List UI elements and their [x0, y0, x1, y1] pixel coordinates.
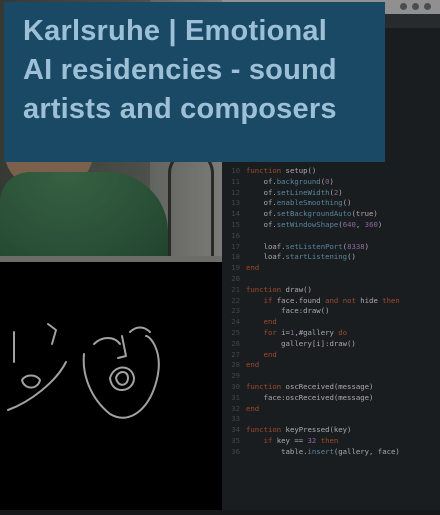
code-line: 26 gallery[i]:draw()	[222, 339, 356, 349]
line-number: 24	[231, 317, 240, 327]
code-line: 13 of.enableSmoothing()	[222, 198, 351, 208]
code-line: 22 if face.found and not hide then	[222, 296, 400, 306]
right-face-outline	[82, 335, 160, 419]
line-number: 25	[231, 328, 240, 337]
code-text: end	[246, 360, 260, 370]
right-face-mouth-outer	[109, 366, 135, 391]
code-text: end	[246, 403, 260, 413]
code-text: function oscReceived(message)	[246, 382, 374, 391]
line-number: 28	[231, 360, 240, 370]
code-text: of.setLineWidth(2)	[246, 187, 343, 197]
code-line: 33	[222, 414, 246, 424]
code-line: 30 function oscReceived(message)	[222, 382, 373, 392]
code-text: face:oscReceived(message)	[246, 392, 374, 402]
code-text: function keyPressed(key)	[246, 425, 352, 435]
line-number: 21	[231, 284, 240, 294]
right-face-brow-right	[129, 326, 151, 333]
face-sketch-drawing	[7, 323, 160, 419]
window-control-icon[interactable]	[412, 3, 419, 10]
line-number: 35	[231, 436, 240, 445]
code-text: of.enableSmoothing()	[246, 198, 352, 208]
code-text: of.background(0)	[246, 176, 334, 186]
line-number: 10	[231, 166, 240, 175]
code-line: 25 for i=1,#gallery do	[222, 328, 347, 338]
line-number: 19	[231, 263, 240, 273]
code-line: 12 of.setLineWidth(2)	[222, 188, 343, 198]
line-number: 33	[231, 414, 240, 424]
line-number: 27	[231, 349, 240, 359]
code-line: 29	[222, 371, 246, 381]
title-line: artists and composers	[23, 93, 337, 125]
line-number: 29	[231, 371, 240, 381]
line-number: 11	[231, 176, 240, 186]
title-banner: Karlsruhe | Emotional AI residencies - s…	[4, 2, 385, 162]
line-number: 18	[231, 252, 240, 262]
code-line: 34 function keyPressed(key)	[222, 425, 351, 435]
code-line: 35 if key == 32 then	[222, 436, 338, 446]
line-number: 26	[231, 338, 240, 348]
code-line: 28 end	[222, 360, 259, 370]
code-text: loaf.setListenPort(8338)	[246, 241, 370, 251]
code-line: 11 of.background(0)	[222, 177, 334, 187]
code-line: 32 end	[222, 404, 259, 414]
line-number: 14	[231, 209, 240, 219]
line-number: 36	[231, 446, 240, 456]
code-line: 19 end	[222, 263, 259, 273]
code-line: 15 of.setWindowShape(640, 360)	[222, 220, 382, 230]
code-line: 23 face:draw()	[222, 306, 329, 316]
line-number: 31	[231, 392, 240, 402]
window-control-icon[interactable]	[400, 3, 407, 10]
line-number: 22	[231, 295, 240, 305]
code-line: 14 of.setBackgroundAuto(true)	[222, 209, 378, 219]
line-number: 17	[231, 241, 240, 251]
code-text: table.insert(gallery, face)	[246, 446, 400, 456]
line-number: 32	[231, 403, 240, 413]
line-number: 13	[231, 198, 240, 208]
line-number: 20	[231, 274, 240, 283]
code-text: if face.found and not hide then	[263, 295, 400, 305]
line-number: 34	[231, 425, 240, 435]
right-face-mouth-inner	[115, 371, 129, 386]
code-text: of.setWindowShape(640, 360)	[246, 220, 383, 229]
chair-outline	[168, 150, 214, 262]
window-control-icon[interactable]	[424, 3, 431, 10]
line-number: 30	[231, 382, 240, 391]
code-line: 36 table.insert(gallery, face)	[222, 447, 400, 457]
line-number: 12	[231, 187, 240, 197]
code-text: end	[263, 349, 277, 359]
code-line: 21 function draw()	[222, 285, 312, 295]
person-shirt	[0, 172, 168, 262]
code-line: 27 end	[222, 350, 277, 360]
title-line: Karlsruhe | Emotional	[23, 15, 327, 47]
right-face-nose	[117, 335, 127, 359]
code-line: 18 loaf.startListening()	[222, 252, 356, 262]
title-line: AI residencies - sound	[23, 54, 337, 86]
code-text: end	[263, 317, 277, 327]
line-number: 15	[231, 220, 240, 229]
code-text: function setup()	[246, 166, 317, 175]
code-text: for i=1,#gallery do	[263, 328, 348, 337]
right-face-brow-left	[93, 337, 121, 345]
face-tracker-canvas	[0, 262, 222, 510]
line-number: 16	[231, 230, 240, 240]
left-face-nose	[47, 323, 57, 345]
code-line: 16	[222, 231, 246, 241]
code-line: 20	[222, 274, 246, 284]
code-text: if key == 32 then	[263, 436, 339, 445]
code-text: gallery[i]:draw()	[246, 338, 356, 348]
code-text: function draw()	[246, 284, 312, 294]
code-line: 10 function setup()	[222, 166, 316, 176]
code-text: end	[246, 263, 260, 273]
code-line: 31 face:oscReceived(message)	[222, 393, 373, 403]
code-text: face:draw()	[246, 306, 330, 316]
code-line: 17 loaf.setListenPort(8338)	[222, 242, 369, 252]
left-face-mouth	[21, 374, 41, 389]
line-number: 23	[231, 306, 240, 316]
code-text: loaf.startListening()	[246, 252, 356, 262]
code-text: of.setBackgroundAuto(true)	[246, 209, 378, 219]
code-line: 24 end	[222, 317, 277, 327]
